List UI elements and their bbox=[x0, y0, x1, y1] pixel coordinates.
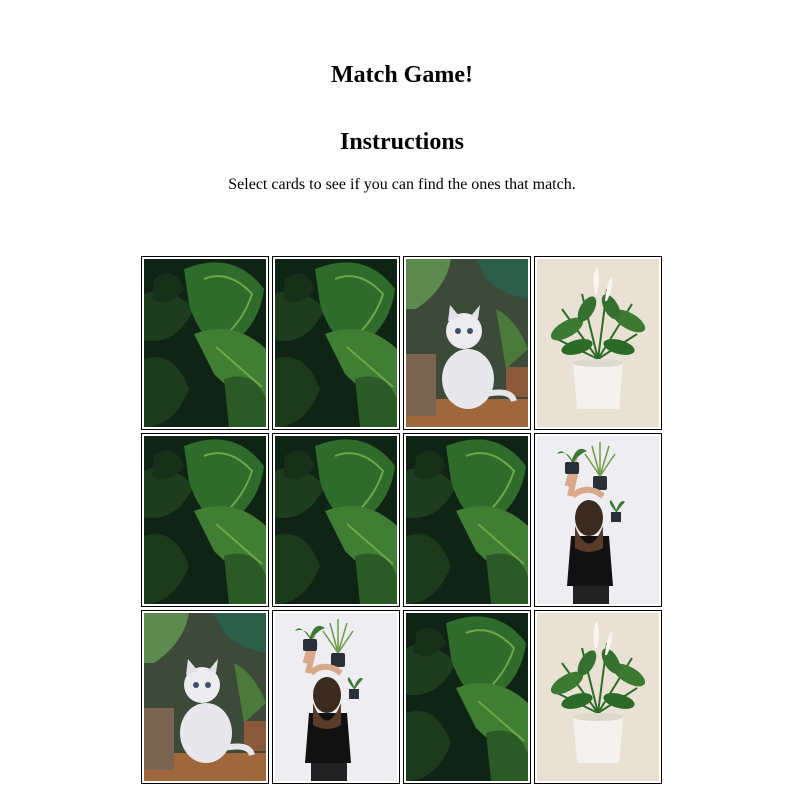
monstera-leaves-image bbox=[406, 613, 528, 781]
card-12[interactable] bbox=[534, 610, 662, 784]
monstera-leaves-image bbox=[144, 436, 266, 604]
instructions-text: Select cards to see if you can find the … bbox=[228, 176, 576, 193]
card-6[interactable] bbox=[272, 433, 400, 607]
card-8[interactable] bbox=[534, 433, 662, 607]
peace-lily-pot-image bbox=[537, 259, 659, 427]
kitten-plants-image bbox=[406, 259, 528, 427]
card-2[interactable] bbox=[272, 256, 400, 430]
card-5[interactable] bbox=[141, 433, 269, 607]
woman-holding-plants-image bbox=[537, 436, 659, 604]
card-7[interactable] bbox=[403, 433, 531, 607]
card-11[interactable] bbox=[403, 610, 531, 784]
kitten-plants-image bbox=[144, 613, 266, 781]
card-4[interactable] bbox=[534, 256, 662, 430]
card-10[interactable] bbox=[272, 610, 400, 784]
card-3[interactable] bbox=[403, 256, 531, 430]
peace-lily-pot-image bbox=[537, 613, 659, 781]
card-1[interactable] bbox=[141, 256, 269, 430]
card-9[interactable] bbox=[141, 610, 269, 784]
monstera-leaves-image bbox=[275, 259, 397, 427]
woman-holding-plants-image bbox=[275, 613, 397, 781]
monstera-leaves-image bbox=[144, 259, 266, 427]
monstera-leaves-image bbox=[275, 436, 397, 604]
monstera-leaves-image bbox=[406, 436, 528, 604]
instructions-heading: Instructions bbox=[339, 129, 465, 155]
page-title: Match Game! bbox=[331, 62, 473, 88]
